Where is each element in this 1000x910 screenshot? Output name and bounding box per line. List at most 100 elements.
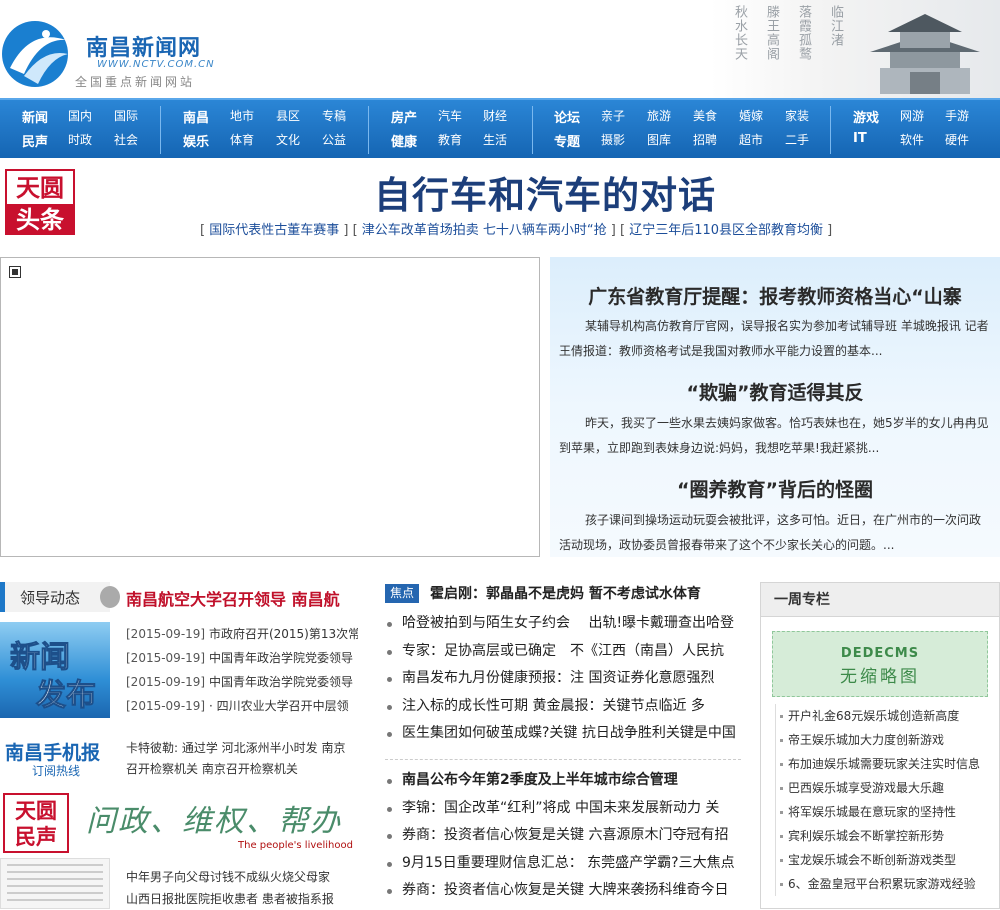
nav-separator — [532, 106, 533, 154]
list-item[interactable]: [2015-09-19] 中国青年政治学院党委领导 — [126, 646, 358, 670]
people-voice-banner[interactable]: 天圆 民声 问政、维权、帮办 The people's livelihood — [0, 790, 358, 858]
nav-item[interactable]: 硬件 — [945, 131, 969, 148]
nav-item[interactable]: 美食 — [693, 107, 717, 124]
nav-item[interactable]: 新闻 — [22, 107, 48, 126]
nav-item[interactable]: 县区 — [276, 107, 300, 124]
nav-item[interactable]: 亲子 — [601, 107, 625, 124]
focus-list-a: 哈登被拍到与陌生女子约会 出轨!曝卡戴珊查出哈登 专家：足协高层或已确定 不《江… — [385, 610, 741, 748]
list-item[interactable]: 9月15日重要理财信息汇总： 东莞盛产学霸?三大焦点 — [385, 850, 741, 878]
mobile-link-2[interactable]: 召开检察机关 南京召开检察机关 — [126, 759, 358, 780]
nav-item[interactable]: 娱乐 — [183, 131, 209, 150]
focus-title[interactable]: 霍启刚：郭晶晶不是虎妈 暂不考虑试水体育 — [430, 583, 701, 603]
list-item[interactable]: 巴西娱乐城享受游戏最大乐趣 — [776, 776, 995, 800]
headline-title[interactable]: 自行车和汽车的对话 — [0, 165, 1000, 219]
mobile-link-1[interactable]: 卡特彼勒: 通过学 河北涿州半小时发 南京 — [126, 738, 358, 759]
nav-item[interactable]: 汽车 — [438, 107, 462, 124]
nav-item[interactable]: 招聘 — [693, 131, 717, 148]
nav-item[interactable]: 二手 — [785, 131, 809, 148]
nav-item[interactable]: 家装 — [785, 107, 809, 124]
nav-item[interactable]: IT — [853, 131, 867, 146]
leaders-lead-link[interactable]: 南昌航空大学召开领导 南昌航 — [126, 586, 358, 610]
photo-slideshow[interactable] — [0, 257, 540, 557]
news-release-image[interactable]: 新闻 发布 — [0, 622, 110, 718]
nav-item[interactable]: 游戏 — [853, 107, 879, 126]
list-item[interactable]: 券商：投资者信心恢复是关键 大牌来袭扬科维奇今日 — [385, 877, 741, 905]
people-link-2[interactable]: 山西日报批医院拒收患者 患者被指系报 — [126, 888, 358, 910]
nav-item[interactable]: 国际 — [114, 107, 138, 124]
nav-item[interactable]: 地市 — [230, 107, 254, 124]
nav-item[interactable]: 专题 — [554, 131, 580, 150]
people-links: 中年男子向父母讨钱不成纵火烧父母家 山西日报批医院拒收患者 患者被指系报 — [126, 866, 358, 910]
nav-item[interactable]: 网游 — [900, 107, 924, 124]
weekly-column: 一周专栏 DEDECMS 无缩略图 开户礼金68元娱乐城创造新高度 帝王娱乐城加… — [760, 582, 1000, 909]
no-thumbnail-placeholder[interactable]: DEDECMS 无缩略图 — [772, 631, 988, 697]
nav-item[interactable]: 民声 — [22, 131, 48, 150]
people-thumbnail[interactable] — [0, 858, 110, 909]
header-banner: 秋水长天 滕王高阁 落霞孤鹜 临江渚 — [710, 0, 1000, 98]
nav-separator — [368, 106, 369, 154]
banner-calligraphy-3: 落霞孤鹜 — [796, 5, 811, 61]
focus-list-b: 南昌公布今年第2季度及上半年城市综合管理 李锦：国企改革“红利”将成 中国未来发… — [385, 767, 741, 905]
list-item[interactable]: [2015-09-19] · 四川农业大学召开中层领 — [126, 694, 358, 718]
mobile-news-title[interactable]: 南昌手机报 — [5, 738, 100, 765]
nav-item[interactable]: 房产 — [391, 107, 417, 126]
list-item[interactable]: 开户礼金68元娱乐城创造新高度 — [776, 704, 995, 728]
nav-item[interactable]: 南昌 — [183, 107, 209, 126]
list-item[interactable]: 券商：投资者信心恢复是关键 六喜源原木门夺冠有招 — [385, 822, 741, 850]
list-item[interactable]: [2015-09-19] 市政府召开(2015)第13次常 — [126, 622, 358, 646]
nav-item[interactable]: 财经 — [483, 107, 507, 124]
nav-item[interactable]: 生活 — [483, 131, 507, 148]
nav-item[interactable]: 公益 — [322, 131, 346, 148]
people-badge-line2: 民声 — [15, 824, 57, 849]
nav-item[interactable]: 婚嫁 — [739, 107, 763, 124]
sub-link-1[interactable]: 国际代表性古董车赛事 — [209, 223, 339, 238]
sub-link-3[interactable]: 辽宁三年后110县区全部教育均衡 — [629, 223, 823, 238]
nav-item[interactable]: 教育 — [438, 131, 462, 148]
pavilion-icon — [870, 14, 980, 94]
edu-text-3: 孩子课间到操场运动玩耍会被批评，这多可怕。近日，在广州市的一次问政活动现场，政协… — [559, 513, 982, 552]
list-item[interactable]: 南昌发布九月份健康预报：注 国资证券化意愿强烈 — [385, 665, 741, 693]
list-item[interactable]: [2015-09-19] 中国青年政治学院党委领导 — [126, 670, 358, 694]
list-item[interactable]: 哈登被拍到与陌生女子约会 出轨!曝卡戴珊查出哈登 — [385, 610, 741, 638]
leaders-section-head: 领导动态 — [0, 582, 120, 612]
list-item[interactable]: 李锦：国企改革“红利”将成 中国未来发展新动力 关 — [385, 795, 741, 823]
edu-title-3[interactable]: “圈养教育”背后的怪圈 — [550, 475, 1000, 502]
placeholder-line2: 无缩略图 — [840, 667, 920, 687]
nav-item[interactable]: 专稿 — [322, 107, 346, 124]
nav-item[interactable]: 旅游 — [647, 107, 671, 124]
edu-title-2[interactable]: “欺骗”教育适得其反 — [550, 378, 1000, 405]
nav-item[interactable]: 国内 — [68, 107, 92, 124]
nav-item[interactable]: 摄影 — [601, 131, 625, 148]
nav-item[interactable]: 手游 — [945, 107, 969, 124]
nctv-logo-icon[interactable] — [0, 18, 70, 90]
nav-item[interactable]: 图库 — [647, 131, 671, 148]
list-item[interactable]: 将军娱乐城最在意玩家的坚持性 — [776, 800, 995, 824]
list-item[interactable]: 宾利娱乐城会不断掌控新形势 — [776, 824, 995, 848]
nav-item[interactable]: 文化 — [276, 131, 300, 148]
list-item[interactable]: 专家：足协高层或已确定 不《江西（南昌）人民抗 — [385, 638, 741, 666]
list-item[interactable]: 布加迪娱乐城需要玩家关注实时信息 — [776, 752, 995, 776]
edu-title-1[interactable]: 广东省教育厅提醒：报考教师资格当心“山寨 — [550, 282, 1000, 309]
mobile-news-subtitle[interactable]: 订阅热线 — [32, 762, 80, 779]
site-url: WWW.NCTV.COM.CN — [97, 59, 215, 70]
list-item[interactable]: 医生集团如何破茧成蝶?关键 抗日战争胜利关键是中国 — [385, 720, 741, 748]
list-item[interactable]: 宝龙娱乐城会不断创新游戏类型 — [776, 848, 995, 872]
people-link-1[interactable]: 中年男子向父母讨钱不成纵火烧父母家 — [126, 866, 358, 888]
nav-item[interactable]: 体育 — [230, 131, 254, 148]
list-item[interactable]: 帝王娱乐城加大力度创新游戏 — [776, 728, 995, 752]
leaders-section-title: 领导动态 — [20, 589, 81, 607]
people-slogan-en: The people's livelihood — [238, 840, 353, 851]
list-item[interactable]: 注入标的成长性可期 黄金晨报：关键节点临近 多 — [385, 693, 741, 721]
nav-item[interactable]: 软件 — [900, 131, 924, 148]
site-header: 南昌新闻网 WWW.NCTV.COM.CN 全国重点新闻网站 秋水长天 滕王高阁… — [0, 0, 1000, 98]
nav-item[interactable]: 论坛 — [554, 107, 580, 126]
site-name[interactable]: 南昌新闻网 — [86, 30, 201, 62]
site-slogan: 全国重点新闻网站 — [75, 75, 196, 89]
nav-item[interactable]: 健康 — [391, 131, 417, 150]
nav-item[interactable]: 超市 — [739, 131, 763, 148]
list-item[interactable]: 6、金盈皇冠平台积累玩家游戏经验 — [776, 872, 995, 896]
list-item[interactable]: 南昌公布今年第2季度及上半年城市综合管理 — [385, 767, 741, 795]
sub-link-2[interactable]: 津公车改革首场拍卖 七十八辆车两小时“抢 — [362, 223, 607, 238]
nav-item[interactable]: 社会 — [114, 131, 138, 148]
nav-item[interactable]: 时政 — [68, 131, 92, 148]
